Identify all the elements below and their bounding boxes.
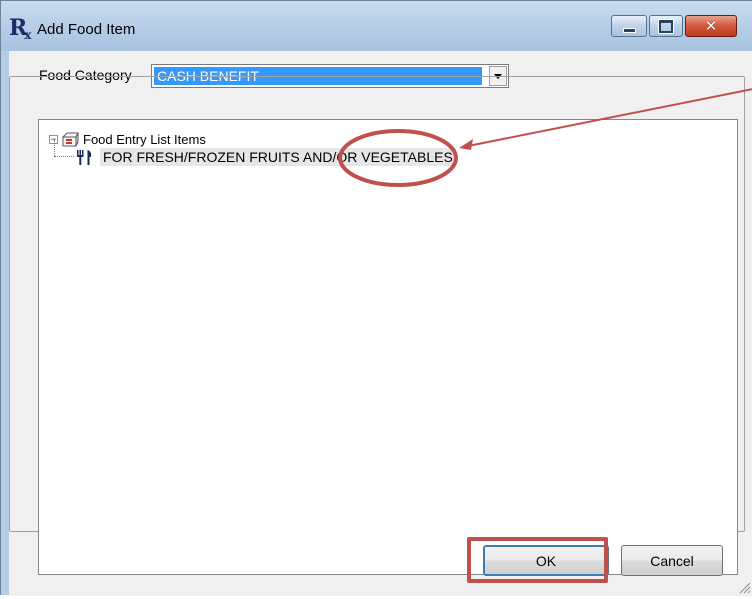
tree-item-label: FOR FRESH/FROZEN FRUITS AND/OR VEGETABLE… bbox=[100, 148, 456, 166]
close-button[interactable]: ✕ bbox=[685, 15, 737, 37]
dialog-body: Food Category CASH BENEFIT − Food Entry … bbox=[9, 51, 752, 596]
tree-root-node[interactable]: − Food Entry List Items bbox=[49, 130, 206, 148]
rx-icon: Rx bbox=[9, 15, 32, 42]
window-title: Add Food Item bbox=[37, 21, 136, 38]
tree-connector bbox=[54, 140, 55, 156]
fork-knife-icon bbox=[74, 148, 96, 166]
list-box-icon bbox=[61, 131, 79, 147]
ok-highlight-annotation bbox=[467, 537, 608, 583]
tree-root-label: Food Entry List Items bbox=[83, 131, 206, 147]
resize-grip-icon[interactable] bbox=[737, 580, 751, 594]
tree-connector bbox=[54, 156, 74, 157]
minimize-button[interactable] bbox=[611, 15, 647, 37]
food-entry-tree[interactable]: − Food Entry List Items FOR FRESH/FROZEN… bbox=[38, 119, 738, 575]
cancel-button[interactable]: Cancel bbox=[621, 545, 723, 576]
maximize-button[interactable] bbox=[649, 15, 683, 37]
close-icon: ✕ bbox=[704, 17, 718, 35]
tree-item[interactable]: FOR FRESH/FROZEN FRUITS AND/OR VEGETABLE… bbox=[74, 148, 456, 166]
maximize-icon bbox=[659, 19, 673, 33]
title-bar[interactable]: Rx Add Food Item ✕ bbox=[1, 1, 752, 51]
minimize-icon bbox=[622, 27, 636, 33]
add-food-item-window: Rx Add Food Item ✕ Food Category CASH BE… bbox=[0, 0, 752, 596]
